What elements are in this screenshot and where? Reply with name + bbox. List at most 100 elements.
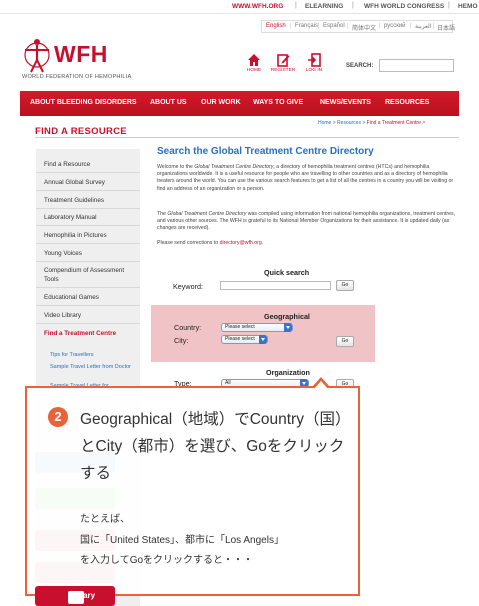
- corrections-email-link[interactable]: directory@wfh.org: [220, 240, 262, 246]
- sidebar-item-annual-global-survey[interactable]: Annual Global Survey: [44, 178, 136, 187]
- breadcrumb: Home > Resources > Find a Treatment Cent…: [318, 120, 425, 126]
- language-english[interactable]: English: [266, 23, 286, 29]
- country-label: Country:: [174, 323, 202, 332]
- home-label: HOME: [246, 68, 262, 73]
- sidebar-item-find-a-resource[interactable]: Find a Resource: [44, 160, 136, 169]
- sidebar-item-laboratory-manual[interactable]: Laboratory Manual: [44, 213, 136, 222]
- sidebar-item-hemophilia-in-pictures[interactable]: Hemophilia in Pictures: [44, 231, 136, 240]
- wfh-logo-subtitle: WORLD FEDERATION OF HEMOPHILIA: [22, 74, 132, 80]
- chevron-down-icon: [284, 323, 292, 332]
- sidebar-divider: [36, 243, 140, 244]
- sidebar-subitem-tips-for-travellers[interactable]: Tips for Travellers: [50, 351, 136, 359]
- page-title: Search the Global Treatment Centre Direc…: [157, 146, 374, 157]
- search-label: SEARCH:: [346, 63, 374, 69]
- language-bar: English | Français | Español | 简体中文 | ру…: [261, 20, 455, 33]
- main-nav: ABOUT BLEEDING DISORDERS ABOUT US OUR WO…: [20, 91, 459, 116]
- home-button[interactable]: HOME: [239, 53, 269, 79]
- breadcrumb-current[interactable]: Find a Treatment Centre: [367, 120, 421, 126]
- login-icon: [308, 53, 321, 67]
- sidebar-divider: [36, 261, 140, 262]
- sidebar-divider: [36, 225, 140, 226]
- topbar-link-hemo[interactable]: HEMO: [458, 3, 478, 10]
- nav-ways-to-give[interactable]: WAYS TO GIVE: [253, 99, 303, 106]
- language-separator: |: [379, 23, 381, 29]
- sidebar-item-young-voices[interactable]: Young Voices: [44, 249, 136, 258]
- country-select[interactable]: Please select: [221, 323, 293, 332]
- callout-heading: Geographical（地域）でCountry（国）とCity（都市）を選び、…: [80, 411, 345, 482]
- sidebar-divider: [36, 172, 140, 173]
- sidebar-divider: [36, 190, 140, 191]
- nav-news-events[interactable]: NEWS/EVENTS: [320, 99, 371, 106]
- quick-search-go-button[interactable]: Go: [336, 280, 354, 291]
- breadcrumb-separator: >: [422, 120, 426, 126]
- nav-resources[interactable]: RESOURCES: [385, 99, 429, 106]
- top-utility-bar: WWW.WFH.ORG | ELEARNING | WFH WORLD CONG…: [0, 0, 479, 14]
- register-button[interactable]: REGISTER: [268, 53, 298, 79]
- login-button[interactable]: LOG IN: [299, 53, 329, 79]
- keyword-label: Keyword:: [173, 282, 203, 291]
- city-label: City:: [174, 336, 189, 345]
- language-chinese[interactable]: 简体中文: [352, 23, 376, 32]
- sidebar-divider: [36, 305, 140, 306]
- callout-body-line: たとえば、: [80, 514, 130, 525]
- sidebar-divider: [36, 287, 140, 288]
- topbar-separator: |: [448, 2, 450, 9]
- topbar-separator: |: [352, 2, 354, 9]
- sidebar-item-treatment-guidelines[interactable]: Treatment Guidelines: [44, 196, 136, 205]
- wfh-logo-figure-icon[interactable]: [22, 37, 52, 73]
- home-icon: [248, 54, 260, 66]
- wfh-logo-text[interactable]: WFH: [54, 41, 108, 68]
- country-select-value: Please select: [225, 324, 255, 330]
- section-title: FIND A RESOURCE: [35, 126, 127, 137]
- search-input[interactable]: [379, 59, 454, 72]
- language-separator: |: [290, 23, 292, 29]
- quick-search-title: Quick search: [264, 268, 310, 277]
- nav-about-us[interactable]: ABOUT US: [150, 99, 187, 106]
- nav-our-work[interactable]: OUR WORK: [201, 99, 241, 106]
- callout-body-line: 国に「United States」、都市に「Los Angels」: [80, 534, 284, 546]
- breadcrumb-separator: >: [362, 120, 366, 126]
- library-button-label: Library: [68, 591, 96, 600]
- topbar-separator: |: [295, 2, 297, 9]
- geographical-title: Geographical: [264, 312, 310, 321]
- step-number-badge: 2: [48, 407, 68, 427]
- sidebar-item-educational-games[interactable]: Educational Games: [44, 293, 136, 302]
- callout-pointer-inner: [314, 381, 328, 389]
- callout-body: たとえば、 国に「United States」、都市に「Los Angels」 …: [80, 510, 350, 572]
- language-arabic[interactable]: العربية: [415, 23, 431, 30]
- language-spanish[interactable]: Español: [323, 23, 345, 29]
- library-button[interactable]: Library: [35, 586, 115, 606]
- sidebar-subitem-travel-letter-doctor[interactable]: Sample Travel Letter from Doctor: [50, 363, 136, 371]
- sidebar-item-find-treatment-centre[interactable]: Find a Treatment Centre: [44, 329, 136, 338]
- geographical-highlight: [151, 305, 375, 362]
- breadcrumb-home[interactable]: Home: [318, 120, 331, 126]
- language-japanese[interactable]: 日本語: [437, 23, 455, 32]
- city-select[interactable]: Please select: [221, 335, 268, 344]
- organization-title: Organization: [266, 368, 310, 377]
- keyword-input[interactable]: [220, 281, 331, 290]
- language-separator: |: [318, 23, 320, 29]
- language-french[interactable]: Français: [295, 23, 318, 29]
- city-select-value: Please select: [225, 336, 255, 342]
- sidebar-divider: [36, 208, 140, 209]
- geographical-go-button[interactable]: Go: [336, 336, 354, 347]
- nav-about-bleeding-disorders[interactable]: ABOUT BLEEDING DISORDERS: [30, 99, 137, 106]
- sidebar-item-compendium[interactable]: Compendium of Assessment Tools: [44, 266, 136, 284]
- language-separator: |: [410, 23, 412, 29]
- compiled-paragraph: The Global Treatment Centre Directory wa…: [157, 211, 456, 232]
- sidebar-divider: [36, 323, 140, 324]
- topbar-link-congress[interactable]: WFH WORLD CONGRESS: [364, 3, 444, 10]
- breadcrumb-separator: >: [332, 120, 336, 126]
- topbar-link-elearning[interactable]: ELEARNING: [305, 3, 343, 10]
- sidebar-item-video-library[interactable]: Video Library: [44, 311, 136, 320]
- language-separator: |: [347, 23, 349, 29]
- register-label: REGISTER: [270, 68, 296, 73]
- language-separator: |: [433, 23, 435, 29]
- topbar-site-link[interactable]: WWW.WFH.ORG: [232, 3, 283, 10]
- register-icon: [277, 54, 290, 67]
- callout-body-line: を入力してGoをクリックすると・・・: [80, 555, 254, 566]
- language-russian[interactable]: русский: [384, 23, 406, 29]
- chevron-down-icon: [259, 335, 267, 344]
- breadcrumb-resources[interactable]: Resources: [337, 120, 361, 126]
- intro-paragraph: Welcome to the Global Treatment Centre D…: [157, 164, 454, 192]
